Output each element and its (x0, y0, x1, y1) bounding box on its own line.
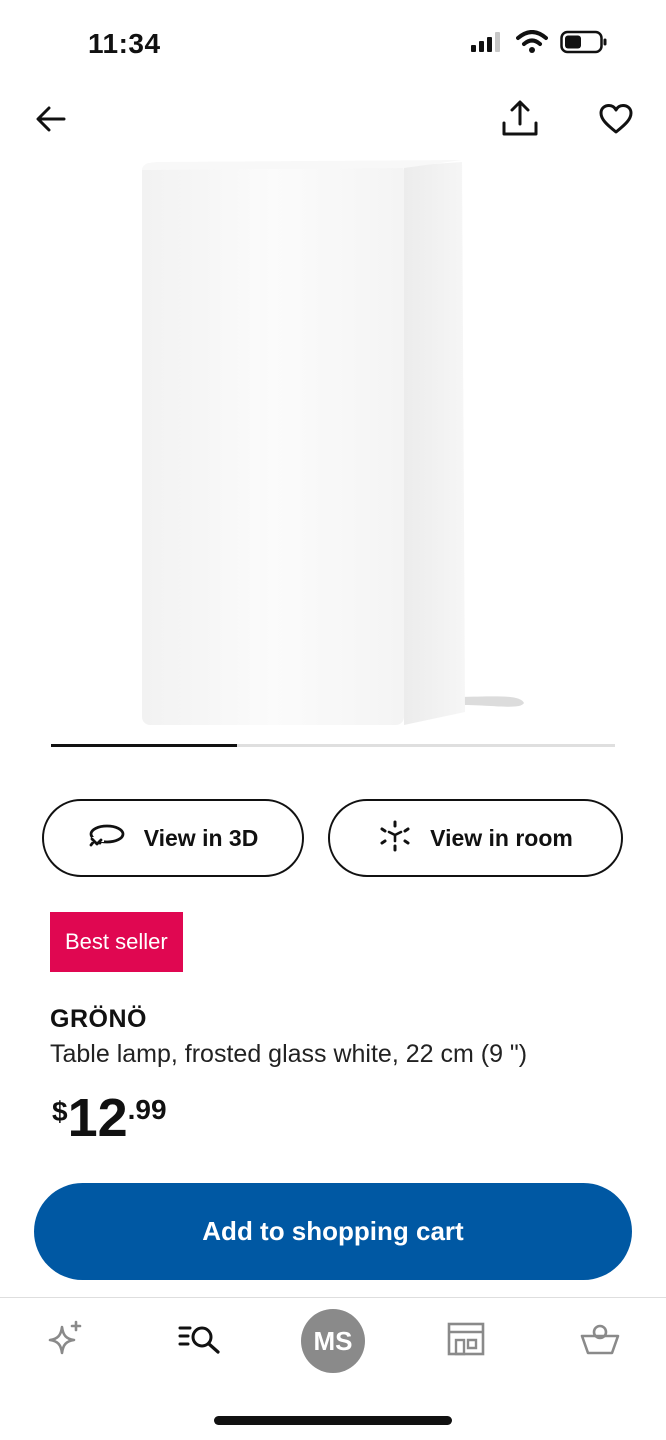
lamp-illustration (142, 160, 524, 725)
share-icon (500, 99, 540, 144)
wifi-icon (516, 30, 548, 59)
price-cents: .99 (127, 1094, 167, 1125)
price-integer: 12 (67, 1088, 128, 1148)
cellular-signal-icon (470, 31, 504, 58)
view-in-room-label: View in room (430, 824, 573, 851)
arrow-left-icon (34, 104, 68, 139)
basket-icon (579, 1321, 621, 1362)
view-in-room-button[interactable]: View in room (328, 799, 623, 877)
tab-inspiration[interactable] (31, 1306, 101, 1376)
search-list-icon (178, 1323, 222, 1360)
avatar: MS (301, 1309, 365, 1373)
status-icons (470, 30, 608, 59)
tab-stores[interactable] (431, 1306, 501, 1376)
tab-bar: MS (0, 1298, 666, 1378)
battery-icon (560, 30, 608, 59)
status-bar: 11:34 (0, 0, 666, 90)
tab-profile[interactable]: MS (298, 1306, 368, 1376)
tab-search[interactable] (165, 1306, 235, 1376)
product-description: Table lamp, frosted glass white, 22 cm (… (50, 1040, 528, 1068)
back-button[interactable] (26, 96, 76, 146)
gallery-progress (51, 744, 615, 747)
heart-icon (598, 103, 634, 140)
share-button[interactable] (495, 96, 545, 146)
rotate-3d-icon (88, 823, 126, 854)
view-in-3d-label: View in 3D (143, 824, 259, 851)
home-indicator (214, 1416, 452, 1425)
price-currency: $ (52, 1096, 68, 1127)
add-to-cart-button[interactable]: Add to shopping cart (34, 1183, 632, 1280)
product-price: $ 12 .99 (52, 1090, 167, 1146)
best-seller-badge: Best seller (50, 912, 183, 972)
gallery-progress-fill (51, 744, 238, 747)
favorite-button[interactable] (591, 96, 641, 146)
sparkle-icon (46, 1319, 86, 1364)
product-image[interactable] (100, 150, 560, 740)
ar-cube-icon (378, 819, 412, 858)
nav-bar (0, 92, 666, 152)
view-in-3d-button[interactable]: View in 3D (42, 799, 304, 877)
status-time: 11:34 (88, 28, 161, 59)
product-name: GRÖNÖ (50, 1005, 147, 1033)
tab-cart[interactable] (565, 1306, 635, 1376)
store-icon (446, 1321, 486, 1362)
